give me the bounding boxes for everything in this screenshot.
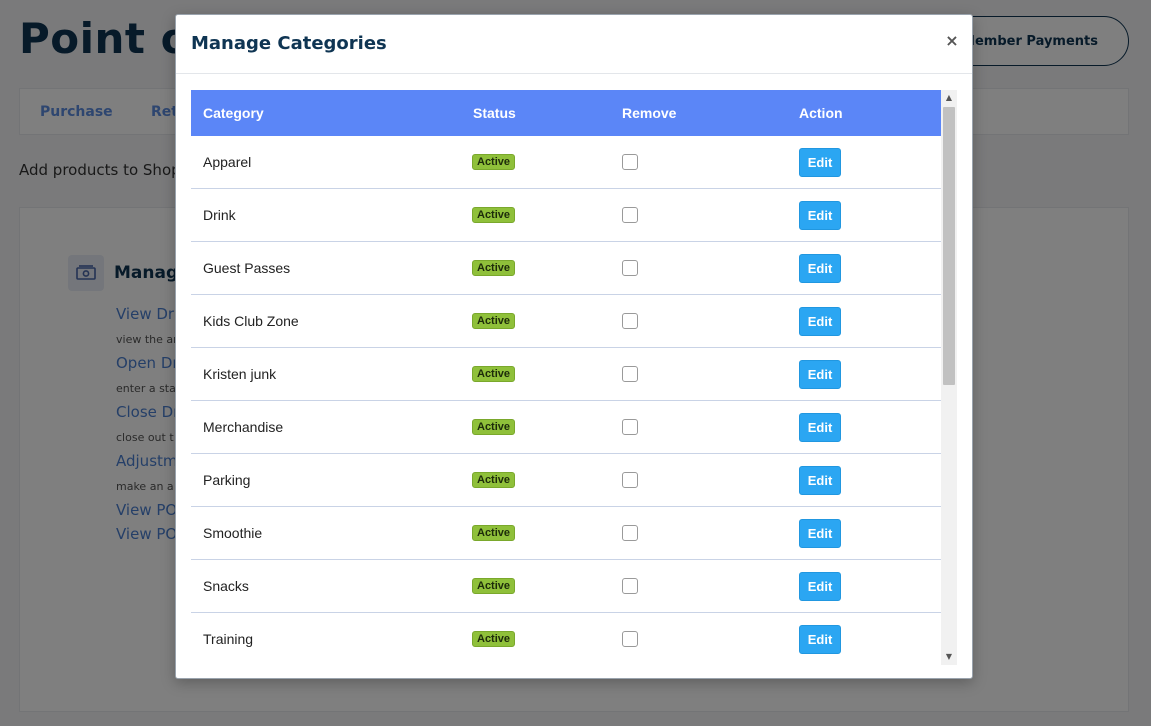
table-row: Smoothie Active Edit [191,507,941,560]
remove-checkbox[interactable] [622,313,638,329]
column-header-category: Category [203,105,264,121]
table-row: Training Active Edit [191,613,941,665]
scroll-down-icon[interactable]: ▼ [941,649,957,665]
table-body: Apparel Active Edit Drink Active Edit Guest Pa… [191,136,941,665]
table-row: Kristen junk Active Edit [191,348,941,401]
remove-checkbox[interactable] [622,419,638,435]
category-name: Merchandise [203,419,284,435]
edit-button[interactable]: Edit [799,307,841,336]
remove-checkbox[interactable] [622,472,638,488]
edit-button[interactable]: Edit [799,254,841,283]
remove-checkbox[interactable] [622,631,638,647]
status-badge: Active [472,260,516,276]
modal-title: Manage Categories [191,33,387,54]
edit-button[interactable]: Edit [799,625,841,654]
scrollbar[interactable]: ▲ ▼ [941,90,957,665]
edit-button[interactable]: Edit [799,413,841,442]
status-badge: Active [472,313,516,329]
category-name: Kristen junk [203,366,277,382]
scroll-up-icon[interactable]: ▲ [941,90,957,106]
status-badge: Active [472,578,516,594]
scroll-thumb[interactable] [943,107,955,385]
table-row: Snacks Active Edit [191,560,941,613]
edit-button[interactable]: Edit [799,572,841,601]
modal-header: Manage Categories × [176,15,972,74]
column-header-remove: Remove [622,105,677,121]
category-name: Kids Club Zone [203,313,299,329]
remove-checkbox[interactable] [622,260,638,276]
column-header-status: Status [473,105,516,121]
table-row: Drink Active Edit [191,189,941,242]
remove-checkbox[interactable] [622,578,638,594]
status-badge: Active [472,154,516,170]
category-name: Training [203,631,254,647]
status-badge: Active [472,472,516,488]
category-name: Smoothie [203,525,263,541]
remove-checkbox[interactable] [622,366,638,382]
edit-button[interactable]: Edit [799,201,841,230]
column-header-action: Action [799,105,843,121]
status-badge: Active [472,366,516,382]
edit-button[interactable]: Edit [799,360,841,389]
close-icon[interactable]: × [942,31,962,51]
table-row: Apparel Active Edit [191,136,941,189]
table-row: Guest Passes Active Edit [191,242,941,295]
category-name: Drink [203,207,236,223]
remove-checkbox[interactable] [622,154,638,170]
status-badge: Active [472,419,516,435]
manage-categories-modal: Manage Categories × Category Status Remo… [175,14,973,679]
edit-button[interactable]: Edit [799,519,841,548]
categories-table: Category Status Remove Action Apparel Act… [191,90,957,665]
category-name: Snacks [203,578,249,594]
table-header: Category Status Remove Action [191,90,941,136]
table-row: Parking Active Edit [191,454,941,507]
table-row: Merchandise Active Edit [191,401,941,454]
category-name: Guest Passes [203,260,291,276]
status-badge: Active [472,207,516,223]
category-name: Parking [203,472,251,488]
category-name: Apparel [203,154,252,170]
status-badge: Active [472,631,516,647]
table-row: Kids Club Zone Active Edit [191,295,941,348]
remove-checkbox[interactable] [622,525,638,541]
status-badge: Active [472,525,516,541]
edit-button[interactable]: Edit [799,148,841,177]
remove-checkbox[interactable] [622,207,638,223]
edit-button[interactable]: Edit [799,466,841,495]
